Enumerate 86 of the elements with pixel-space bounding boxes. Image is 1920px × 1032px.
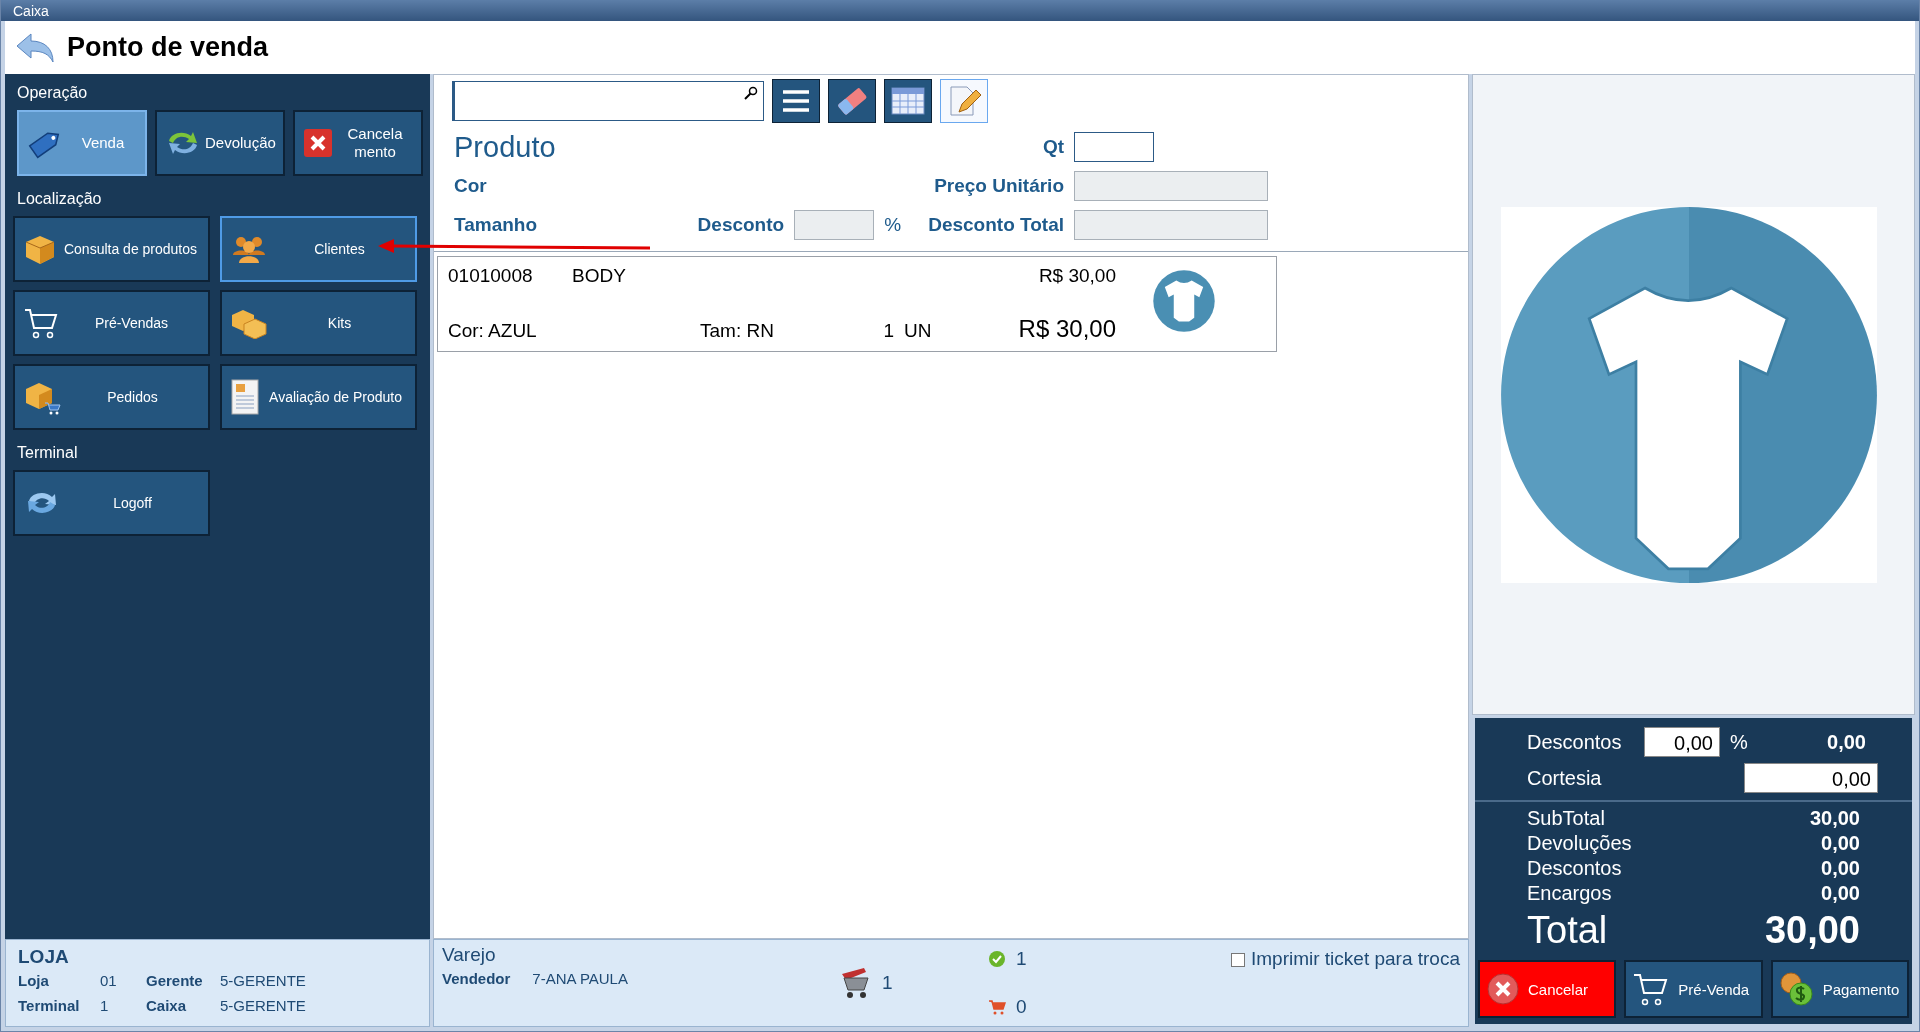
store-field-label: Gerente: [146, 971, 204, 991]
total-label: Total: [1527, 908, 1608, 953]
cart-icon: [23, 306, 59, 340]
section-title: Terminal: [16, 443, 79, 463]
item-color: Cor: AZUL: [448, 320, 538, 342]
summary-value: 0,00: [1821, 856, 1860, 881]
item-card[interactable]: 01010008 BODY R$ 30,00 Cor: AZUL Tam: RN 1 UN R$ 30,00: [437, 256, 1277, 352]
sidebar-button[interactable]: Clientes: [220, 216, 417, 282]
cancel-icon: [1486, 972, 1520, 1006]
item-total: R$ 30,00: [1018, 315, 1116, 343]
x-mark-icon: [303, 128, 333, 158]
summary-label: Encargos: [1527, 881, 1612, 906]
item-unit-price: R$ 30,00: [1038, 265, 1116, 287]
sidebar-button[interactable]: Pedidos: [13, 364, 210, 430]
courtesy-field[interactable]: 0,00: [1744, 763, 1878, 793]
pre-sale-button[interactable]: Pré-Venda: [1624, 960, 1763, 1018]
table-icon: [891, 87, 925, 115]
item-code: 01010008: [448, 265, 534, 287]
cancel-button[interactable]: Cancelar: [1478, 960, 1617, 1018]
item-quantity: 1: [882, 320, 894, 342]
back-arrow-icon[interactable]: [15, 31, 55, 64]
edit-document-icon: [947, 84, 981, 118]
discount-value: 0,00: [1827, 730, 1866, 754]
sidebar-button[interactable]: Logoff: [13, 470, 210, 536]
sidebar-button[interactable]: Cancela mento: [293, 110, 423, 176]
store-field-label: Terminal: [18, 996, 81, 1016]
store-field-value: 01: [100, 971, 118, 991]
store-field-value: 5-GERENTE: [220, 971, 307, 991]
cart-icon: [988, 999, 1006, 1015]
eraser-button[interactable]: [828, 79, 876, 123]
sale-type: Varejo: [442, 944, 497, 966]
seller-label: Vendedor: [442, 970, 511, 987]
confirmed-count: 1: [1016, 948, 1027, 970]
sidebar-button[interactable]: Consulta de produtos: [13, 216, 210, 282]
bodysuit-icon: [1152, 269, 1216, 333]
store-field-value: 5-GERENTE: [220, 996, 307, 1016]
sidebar-button[interactable]: Devolução: [155, 110, 285, 176]
search-field[interactable]: [452, 81, 764, 121]
seller-name: 7-ANA PAULA: [532, 970, 628, 987]
item-size: Tam: RN: [700, 320, 775, 342]
unit-price-label: Preço Unitário: [934, 175, 1064, 197]
pending-count: 0: [1016, 996, 1027, 1018]
store-field-value: 1: [100, 996, 110, 1016]
summary-label: SubTotal: [1527, 806, 1605, 831]
page-title: Ponto de venda: [67, 32, 269, 63]
payment-button[interactable]: Pagamento: [1770, 960, 1909, 1018]
menu-icon: [781, 88, 811, 114]
boxes-icon: [230, 307, 268, 339]
grid-button[interactable]: [884, 79, 932, 123]
cart-count: 1: [882, 972, 893, 994]
discount-percent-field[interactable]: 0,00: [1644, 727, 1720, 757]
search-icon: [744, 86, 758, 100]
discount-label: Desconto: [697, 214, 785, 236]
quantity-field[interactable]: [1074, 132, 1154, 162]
total-value: 30,00: [1764, 908, 1860, 953]
section-title: Operação: [16, 83, 89, 103]
summary-label: Devoluções: [1527, 831, 1632, 856]
total-discount-label: Desconto Total: [928, 214, 1064, 236]
store-field-label: Caixa: [146, 996, 188, 1016]
store-title: LOJA: [18, 946, 70, 968]
sidebar-button[interactable]: Avaliação de Produto: [220, 364, 417, 430]
product-label: Produto: [454, 130, 557, 164]
check-icon: [988, 950, 1006, 968]
summary-label: Descontos: [1527, 856, 1622, 881]
discount-label: Descontos: [1527, 730, 1623, 754]
store-field-label: Loja: [18, 971, 50, 991]
section-title: Localização: [16, 189, 103, 209]
edit-button[interactable]: [940, 79, 988, 123]
summary-value: 30,00: [1809, 806, 1860, 831]
print-ticket-checkbox[interactable]: Imprimir ticket para troca: [1230, 944, 1460, 970]
color-label: Cor: [454, 175, 487, 197]
window-title: Caixa: [13, 2, 49, 19]
document-icon: [230, 379, 260, 415]
coins-icon: [1778, 971, 1815, 1007]
percent-sign: %: [884, 214, 903, 236]
size-label: Tamanho: [454, 214, 538, 236]
summary-value: 0,00: [1821, 831, 1860, 856]
courtesy-label: Cortesia: [1527, 766, 1603, 790]
sidebar-button[interactable]: Kits: [220, 290, 417, 356]
quantity-label: Qt: [1042, 136, 1064, 158]
percent-sign: %: [1730, 730, 1748, 754]
item-unit: UN: [904, 320, 933, 342]
menu-button[interactable]: [772, 79, 820, 123]
summary-value: 0,00: [1821, 881, 1860, 906]
sidebar-button[interactable]: Pré-Vendas: [13, 290, 210, 356]
item-name: BODY: [572, 265, 627, 287]
